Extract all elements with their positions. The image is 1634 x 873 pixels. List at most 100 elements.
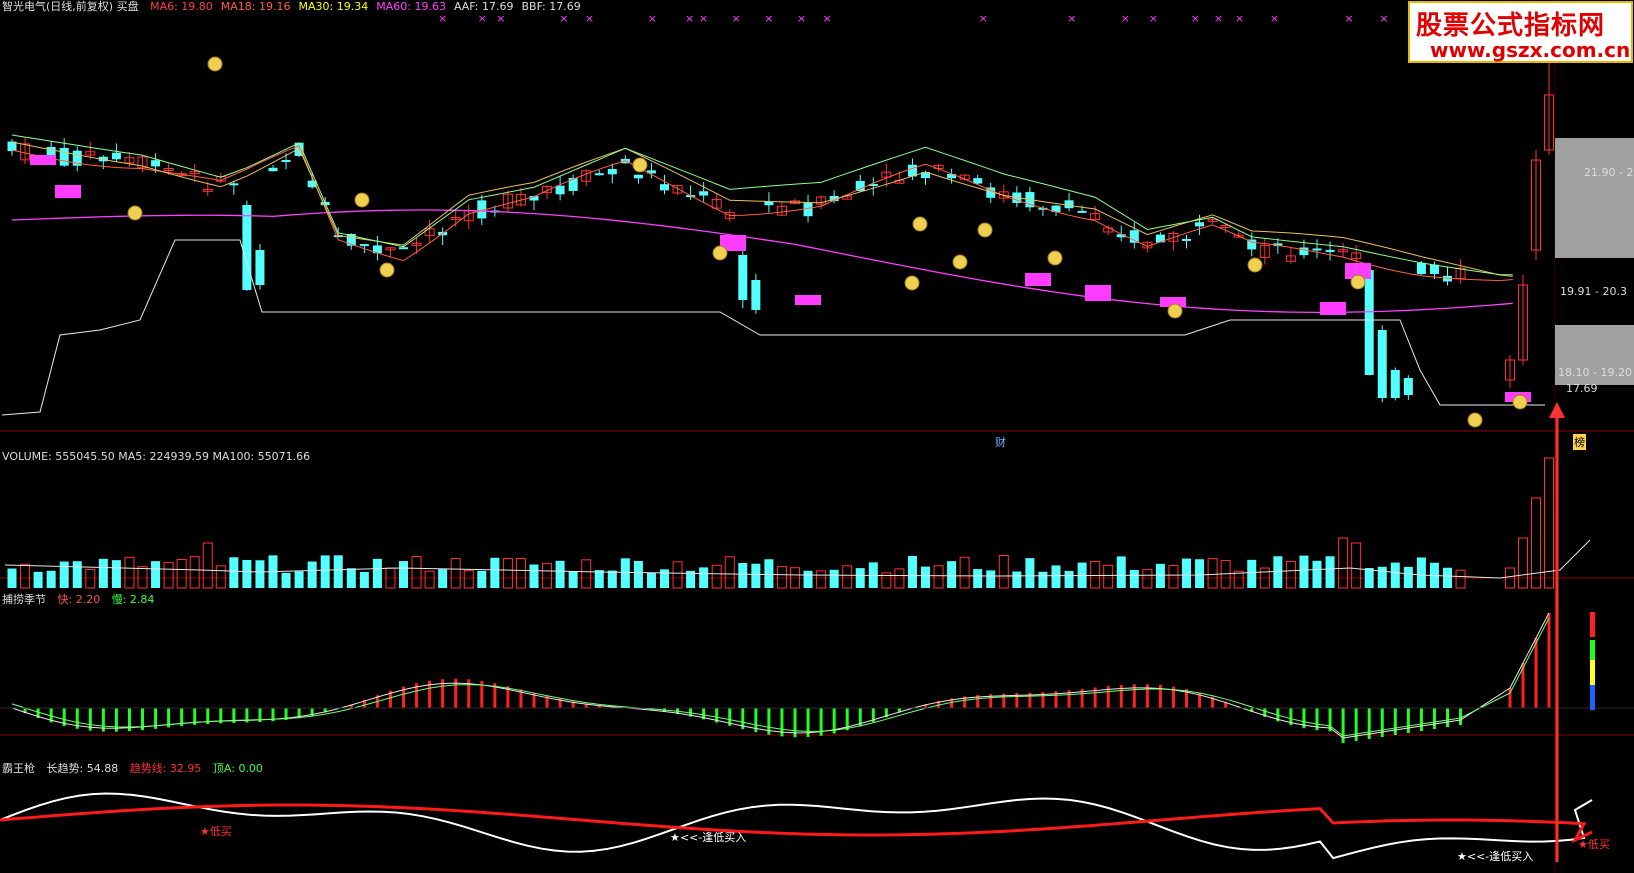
top-x-marker: × <box>559 12 568 25</box>
volume-bar-down <box>1403 566 1413 588</box>
price-zone-upper <box>1555 138 1634 258</box>
smiley-icon <box>1167 303 1183 319</box>
volume-bar-down <box>699 567 709 588</box>
signal-arrow-head <box>1549 402 1565 418</box>
volume-bar-down <box>399 561 408 588</box>
smiley-icon <box>1467 412 1483 428</box>
indicator-label-5: BBF: 17.69 <box>521 0 581 13</box>
volume-bar-down <box>1390 562 1400 588</box>
volume-bar-up <box>1518 537 1528 589</box>
magenta-signal-box <box>1320 302 1346 315</box>
volume-bar-down <box>111 560 121 588</box>
volume-bar-down <box>438 569 448 588</box>
volume-bar-down <box>1247 559 1257 588</box>
candle-down <box>633 174 643 179</box>
top-x-marker: × <box>585 12 594 25</box>
top-x-marker: × <box>1344 12 1353 25</box>
candle-down <box>1429 264 1439 274</box>
volume-bar-up <box>163 562 174 589</box>
top-x-marker: × <box>685 12 694 25</box>
candle-down <box>1064 200 1074 209</box>
smiley-icon <box>904 275 920 291</box>
volume-bar-down <box>477 570 487 588</box>
volume-bar-down <box>1064 570 1074 588</box>
volume-bar-down <box>633 560 643 588</box>
smiley-icon <box>379 262 395 278</box>
volume-bar-up <box>816 570 827 589</box>
smiley-icon <box>1047 250 1063 266</box>
season-fast: 快: 2.20 <box>57 593 101 606</box>
volume-bar-up <box>1090 560 1101 589</box>
volume-bar-up <box>20 563 31 589</box>
season-header: 捕捞季节 快: 2.20 慢: 2.84 <box>2 593 162 606</box>
volume-bar-up <box>85 569 96 589</box>
volume-bar-down <box>1182 558 1191 588</box>
volume-bar-down <box>973 569 983 588</box>
bawang-top: 顶A: 0.00 <box>212 762 263 775</box>
candle-down <box>1312 248 1322 251</box>
indicator-label-0: MA6: 19.80 <box>150 0 213 13</box>
candle-down <box>555 185 565 195</box>
volume-bar-down <box>620 558 630 588</box>
top-x-marker: × <box>1270 12 1279 25</box>
volume-bar-down <box>46 570 56 588</box>
volume-bar-down <box>33 571 43 588</box>
volume-bar-down <box>855 568 865 588</box>
volume-bar-down <box>1364 568 1374 588</box>
candle-down <box>255 250 265 285</box>
price-label-3: 18.10 - 19.20 <box>1558 366 1632 379</box>
smiley-icon <box>912 216 928 232</box>
smiley-icon <box>127 205 143 221</box>
season-slow: 慢: 2.84 <box>111 593 155 606</box>
main-indicator-header: 智光电气(日线,前复权) 买盘 MA6: 19.80 MA18: 19.16 MA3… <box>2 0 589 13</box>
volume-bar-up <box>842 565 853 589</box>
magenta-signal-box <box>1025 273 1051 286</box>
volume-bar-up <box>724 556 735 589</box>
volume-bar-up <box>542 562 553 589</box>
indicator-label-1: MA18: 19.16 <box>220 0 291 13</box>
volume-bar-down <box>333 555 343 588</box>
candle-down <box>1182 238 1191 241</box>
volume-bar-down <box>803 570 813 588</box>
chart-stage[interactable]: × × × × × × × × × × × × × × × × × × × × × × 智光电气(日线,前复权) 买盘 M… <box>0 0 1634 873</box>
candle-down <box>803 202 813 217</box>
smiley-icon <box>952 254 968 270</box>
candle-down <box>1390 370 1400 398</box>
volume-bar-down <box>1195 559 1205 588</box>
volume-bar-up <box>189 556 200 589</box>
volume-bar-down <box>59 561 69 588</box>
top-x-marker: × <box>1067 12 1076 25</box>
volume-bar-down <box>1038 571 1048 588</box>
volume-bar-down <box>1299 555 1309 588</box>
candle-down <box>1416 262 1426 275</box>
season-color-bar <box>1590 685 1595 710</box>
magenta-signal-box <box>1085 285 1111 301</box>
bawang-name: 霸王枪 <box>2 762 35 775</box>
candle-down <box>738 255 748 300</box>
top-x-marker: × <box>478 12 487 25</box>
bawang-long-trend-line <box>0 792 1593 860</box>
volume-bar-up <box>581 559 592 589</box>
rank-marker[interactable]: 榜 <box>1573 434 1586 450</box>
candle-down <box>1299 247 1309 256</box>
volume-bar-up <box>1142 569 1153 589</box>
volume-bar-up <box>1338 537 1349 589</box>
volume-bar-down <box>1155 563 1165 588</box>
ma30-line <box>11 134 1513 276</box>
top-x-marker: × <box>648 12 657 25</box>
volume-bar-up <box>933 565 944 589</box>
finance-marker[interactable]: 财 <box>995 434 1006 450</box>
top-x-marker: × <box>1191 12 1200 25</box>
volume-bar-down <box>1325 556 1335 588</box>
volume-bar-down <box>346 568 356 588</box>
price-label-4: 17.69 <box>1566 382 1598 395</box>
indicator-label-4: AAF: 17.69 <box>453 0 514 13</box>
chart-canvas[interactable]: × × × × × × × × × × × × × × × × × × × × × × <box>0 0 1634 873</box>
volume-bar-down <box>1129 569 1139 588</box>
candle-down <box>268 167 278 172</box>
volume-bar-up <box>1168 565 1179 589</box>
top-x-marker: × <box>1214 12 1223 25</box>
volume-header: VOLUME: 555045.50 MA5: 224939.59 MA100: … <box>2 450 311 463</box>
top-x-marker: × <box>1121 12 1130 25</box>
candle-down <box>1195 222 1205 227</box>
